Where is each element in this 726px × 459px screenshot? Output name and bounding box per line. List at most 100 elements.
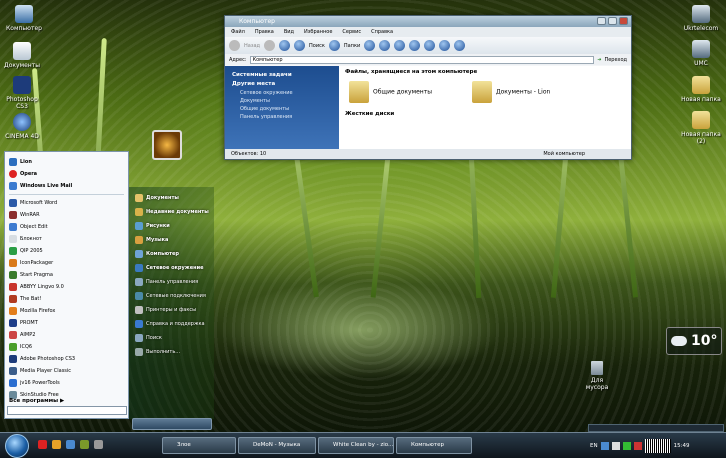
start-right-item[interactable]: Справка и поддержка — [129, 317, 214, 331]
pinned-item-opera[interactable]: Opera — [5, 168, 128, 180]
start-right-item[interactable]: Музыка — [129, 233, 214, 247]
menu-edit[interactable]: Правка — [255, 29, 274, 35]
move-icon[interactable] — [394, 40, 406, 51]
address-input[interactable]: Компьютер — [249, 55, 595, 64]
copy-icon[interactable] — [379, 40, 391, 51]
program-item[interactable]: Object Edit — [5, 221, 128, 233]
start-right-item[interactable]: Панель управления — [129, 275, 214, 289]
program-item[interactable]: Start Pragma — [5, 269, 128, 281]
menu-help[interactable]: Справка — [371, 29, 393, 35]
start-right-item[interactable]: Сетевое окружение — [129, 261, 214, 275]
taskbar-button-3[interactable]: White Clean by - zio... — [318, 437, 394, 454]
desktop-icon-documents[interactable]: Документы — [0, 42, 44, 69]
tray-app-icon[interactable] — [633, 442, 642, 450]
link-shared-documents[interactable]: Общие документы — [240, 106, 336, 112]
system-tasks-header[interactable]: Системные задачи — [232, 72, 336, 78]
program-item[interactable]: Adobe Photoshop CS3 — [5, 353, 128, 365]
start-right-item[interactable]: Недавние документы — [129, 205, 214, 219]
start-right-item[interactable]: Поиск — [129, 331, 214, 345]
volume-icon[interactable] — [611, 442, 620, 450]
start-right-item[interactable]: Документы — [129, 191, 214, 205]
back-icon[interactable] — [229, 40, 240, 51]
desktop-icon-computer[interactable]: Компьютер — [2, 5, 46, 32]
folder-documents-lion[interactable]: Документы - Lion — [471, 81, 550, 103]
minimize-button[interactable] — [597, 17, 606, 25]
avatar[interactable] — [152, 130, 182, 160]
pinned-item-lion[interactable]: Lion — [5, 156, 128, 168]
desktop-icon-new-folder[interactable]: Новая папка — [679, 76, 723, 103]
close-button[interactable] — [619, 17, 628, 25]
program-item[interactable]: WinRAR — [5, 209, 128, 221]
program-item[interactable]: Microsoft Word — [5, 197, 128, 209]
desktop-icon-ukrtelecom[interactable]: Ukrtelecom — [679, 5, 723, 32]
all-programs-button[interactable]: Все программы ▶ — [9, 398, 64, 404]
start-right-item[interactable]: Принтеры и факсы — [129, 303, 214, 317]
program-item[interactable]: Блокнот — [5, 233, 128, 245]
start-button[interactable] — [5, 434, 29, 458]
sync-icon[interactable] — [454, 40, 466, 51]
undo-icon[interactable] — [424, 40, 436, 51]
start-right-item[interactable]: Сетевые подключения — [129, 289, 214, 303]
other-places-header[interactable]: Другие места — [232, 81, 336, 87]
desktop-icon-cinema4d[interactable]: CINEMA 4D — [0, 113, 44, 140]
power-buttons[interactable] — [132, 418, 212, 430]
explorer-icon[interactable] — [80, 440, 89, 449]
desktop-icon-photoshop[interactable]: Photoshop CS3 — [0, 76, 44, 110]
up-icon[interactable] — [279, 40, 291, 51]
link-network[interactable]: Сетевое окружение — [240, 90, 336, 96]
firefox-icon[interactable] — [52, 440, 61, 449]
network-icon[interactable] — [600, 442, 609, 450]
properties-icon[interactable] — [439, 40, 451, 51]
taskbar-button-explorer[interactable]: Компьютер — [396, 437, 472, 454]
program-item[interactable]: ABBYY Lingvo 9.0 — [5, 281, 128, 293]
start-right-item[interactable]: Рисунки — [129, 219, 214, 233]
desktop-icon-new-folder-2[interactable]: Новая папка (2) — [679, 111, 723, 145]
taskbar-button-2[interactable]: DeMoN - Музыка — [238, 437, 316, 454]
start-right-item[interactable]: Выполнить... — [129, 345, 214, 359]
program-item[interactable]: ICQ6 — [5, 341, 128, 353]
desktop-icon-trash[interactable]: Для мусора — [585, 361, 609, 391]
antivirus-icon[interactable] — [622, 442, 631, 450]
program-item[interactable]: QIP 2005 — [5, 245, 128, 257]
clock[interactable]: 15:49 — [674, 443, 690, 449]
link-documents[interactable]: Документы — [240, 98, 336, 104]
switch-windows-icon[interactable] — [94, 440, 103, 449]
program-icon — [9, 259, 17, 267]
start-search-input[interactable] — [7, 406, 127, 415]
media-player-gadget[interactable] — [588, 424, 724, 432]
place-icon — [135, 208, 143, 216]
views-icon[interactable] — [364, 40, 376, 51]
start-menu-right: Документы Недавние документы Рисунки Музыка… — [129, 187, 214, 419]
program-item[interactable]: IconPackager — [5, 257, 128, 269]
desktop-icon-umc[interactable]: UMC — [679, 40, 723, 67]
language-indicator[interactable]: EN — [590, 443, 598, 449]
program-item[interactable]: The Bat! — [5, 293, 128, 305]
start-right-item[interactable]: Компьютер — [129, 247, 214, 261]
explorer-window[interactable]: Компьютер Файл Правка Вид Избранное Серв… — [224, 15, 632, 160]
go-arrow-icon[interactable]: ➜ — [597, 57, 601, 63]
pinned-item-mail[interactable]: Windows Live Mail — [5, 180, 128, 192]
program-item[interactable]: PROMT — [5, 317, 128, 329]
program-item[interactable]: jv16 PowerTools — [5, 377, 128, 389]
folders-icon[interactable] — [328, 40, 340, 51]
go-button[interactable]: Переход — [604, 57, 627, 63]
menu-file[interactable]: Файл — [231, 29, 245, 35]
menu-view[interactable]: Вид — [284, 29, 294, 35]
forward-icon[interactable] — [264, 40, 276, 51]
taskbar-button-1[interactable]: Злое — [162, 437, 236, 454]
maximize-button[interactable] — [608, 17, 617, 25]
program-item[interactable]: Mozilla Firefox — [5, 305, 128, 317]
menu-tools[interactable]: Сервис — [342, 29, 361, 35]
program-item[interactable]: AIMP2 — [5, 329, 128, 341]
show-desktop-icon[interactable] — [66, 440, 75, 449]
menu-favorites[interactable]: Избранное — [304, 29, 332, 35]
program-item[interactable]: Media Player Classic — [5, 365, 128, 377]
toolbar: Назад Поиск Папки — [225, 37, 631, 54]
delete-icon[interactable] — [409, 40, 421, 51]
search-icon[interactable] — [294, 40, 306, 51]
weather-gadget[interactable]: 10° — [666, 327, 722, 355]
opera-icon[interactable] — [38, 440, 47, 449]
window-titlebar[interactable]: Компьютер — [225, 16, 631, 27]
folder-shared-documents[interactable]: Общие документы — [349, 81, 432, 103]
link-control-panel[interactable]: Панель управления — [240, 114, 336, 120]
